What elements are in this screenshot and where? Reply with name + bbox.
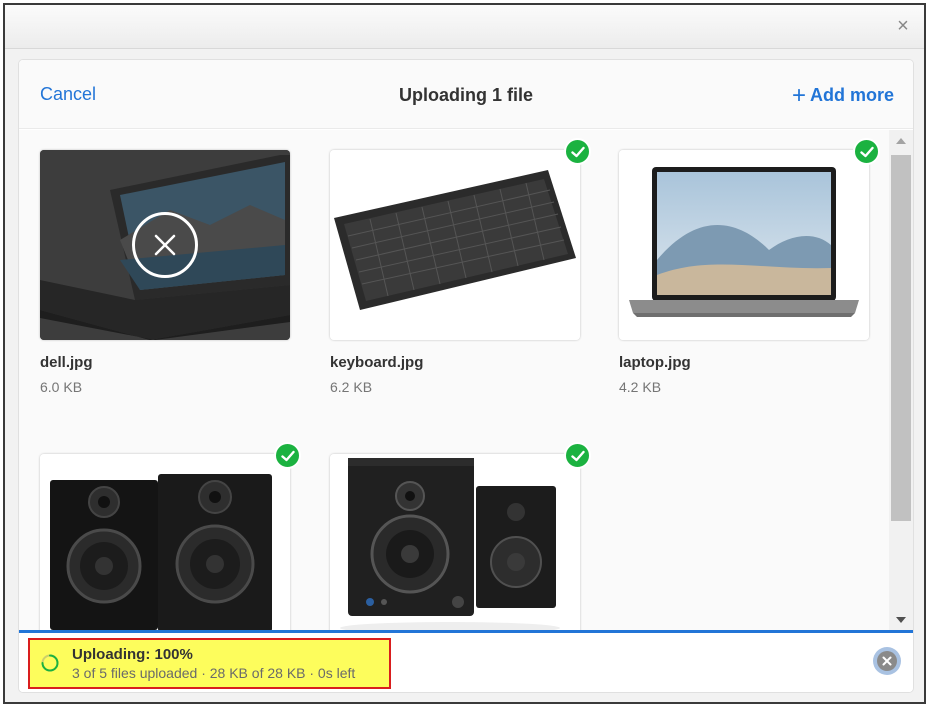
file-item-speakers-2 [330, 442, 591, 631]
scroll-down-arrow-icon[interactable] [896, 617, 906, 623]
file-item-dell: dell.jpg 6.0 KB [40, 150, 290, 395]
file-name: dell.jpg [40, 354, 93, 371]
close-icon [154, 234, 176, 256]
file-item-keyboard: keyboard.jpg 6.2 KB [330, 138, 591, 395]
file-list-scrollbar[interactable] [889, 130, 913, 631]
file-thumbnail [40, 150, 290, 340]
uploader-dashboard: Cancel Uploading 1 file + Add more dell.… [18, 59, 914, 693]
upload-complete-icon [564, 138, 591, 165]
add-more-button[interactable]: + Add more [792, 82, 894, 110]
scroll-up-arrow-icon[interactable] [896, 138, 906, 144]
file-item-laptop: laptop.jpg 4.2 KB [619, 138, 880, 395]
add-more-label: Add more [809, 85, 894, 105]
file-thumbnail [40, 442, 301, 631]
scrollbar-thumb[interactable] [891, 155, 911, 521]
remove-file-button[interactable] [132, 212, 198, 278]
close-icon [882, 656, 892, 666]
file-size: 6.0 KB [40, 379, 83, 395]
cancel-upload-button[interactable] [873, 647, 901, 675]
upload-status-panel: Uploading: 100% 3 of 5 files uploaded · … [28, 638, 391, 689]
file-item-speakers-1 [40, 442, 301, 631]
uploader-header: Cancel Uploading 1 file + Add more [19, 60, 913, 129]
file-thumbnail [330, 442, 591, 631]
speakers-icon [40, 454, 290, 631]
upload-complete-icon [274, 442, 301, 469]
upload-status-title: Uploading: 100% [72, 646, 193, 663]
file-thumbnail [619, 138, 880, 340]
upload-dialog-window: × Cancel Uploading 1 file + Add more del… [3, 3, 926, 704]
close-dialog-button[interactable]: × [892, 15, 914, 37]
speakers-icon [330, 454, 580, 631]
plus-icon: + [791, 82, 806, 109]
upload-status-bar: Uploading: 100% 3 of 5 files uploaded · … [19, 630, 913, 692]
file-name: laptop.jpg [619, 354, 691, 371]
file-name: keyboard.jpg [330, 354, 424, 371]
dialog-titlebar: × [5, 5, 924, 49]
file-thumbnail [330, 138, 591, 340]
upload-complete-icon [564, 442, 591, 469]
loading-spinner-icon [41, 654, 59, 672]
upload-status-detail: 3 of 5 files uploaded · 28 KB of 28 KB ·… [72, 665, 356, 681]
file-size: 4.2 KB [619, 379, 662, 395]
upload-title: Uploading 1 file [398, 85, 533, 105]
keyboard-icon [330, 150, 580, 340]
laptop-icon [619, 150, 869, 340]
file-list: dell.jpg 6.0 KB keyboard.jpg 6.2 KB lapt… [19, 130, 891, 631]
file-size: 6.2 KB [330, 379, 373, 395]
upload-complete-icon [853, 138, 880, 165]
